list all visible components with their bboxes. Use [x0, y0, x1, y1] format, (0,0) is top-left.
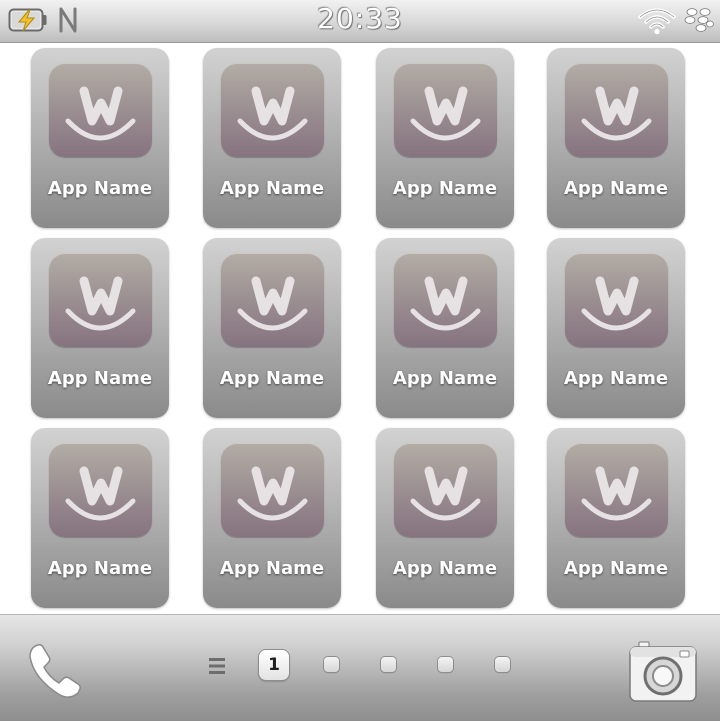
app-tile[interactable]: App Name [547, 48, 685, 228]
app-label: App Name [219, 558, 325, 579]
w-smile-app-icon [565, 443, 668, 537]
page-indicator-current[interactable]: 1 [259, 650, 289, 680]
app-label: App Name [392, 178, 498, 199]
app-label: App Name [392, 558, 498, 579]
page-indicator-dot[interactable] [495, 657, 510, 672]
w-smile-app-icon [394, 253, 497, 347]
app-label: App Name [563, 558, 669, 579]
page-indicator-dot[interactable] [381, 657, 396, 672]
app-tile[interactable]: App Name [31, 48, 169, 228]
camera-icon[interactable] [626, 639, 700, 707]
app-label: App Name [47, 558, 153, 579]
app-tile[interactable]: App Name [203, 48, 341, 228]
app-label: App Name [392, 368, 498, 389]
app-label: App Name [219, 178, 325, 199]
app-tile[interactable]: App Name [31, 238, 169, 418]
app-tile[interactable]: App Name [376, 238, 514, 418]
app-label: App Name [47, 178, 153, 199]
w-smile-app-icon [394, 443, 497, 537]
w-smile-app-icon [221, 63, 324, 157]
app-tile[interactable]: App Name [547, 238, 685, 418]
app-tile[interactable]: App Name [376, 428, 514, 608]
app-tile[interactable]: App Name [203, 428, 341, 608]
w-smile-app-icon [565, 253, 668, 347]
app-tile[interactable]: App Name [547, 428, 685, 608]
page-indicator-dot[interactable] [438, 657, 453, 672]
page-indicator-dot[interactable] [324, 657, 339, 672]
w-smile-app-icon [565, 63, 668, 157]
phone-icon[interactable] [24, 639, 88, 703]
app-tile[interactable]: App Name [203, 238, 341, 418]
app-tile[interactable]: App Name [31, 428, 169, 608]
app-grid: App Name App Name App Name App Name App … [0, 0, 720, 720]
app-label: App Name [563, 368, 669, 389]
w-smile-app-icon [49, 63, 152, 157]
w-smile-app-icon [221, 443, 324, 537]
w-smile-app-icon [394, 63, 497, 157]
app-label: App Name [219, 368, 325, 389]
app-label: App Name [563, 178, 669, 199]
menu-icon[interactable] [206, 655, 228, 677]
dock: 1 [0, 614, 720, 721]
app-tile[interactable]: App Name [376, 48, 514, 228]
w-smile-app-icon [49, 443, 152, 537]
app-label: App Name [47, 368, 153, 389]
w-smile-app-icon [49, 253, 152, 347]
w-smile-app-icon [221, 253, 324, 347]
